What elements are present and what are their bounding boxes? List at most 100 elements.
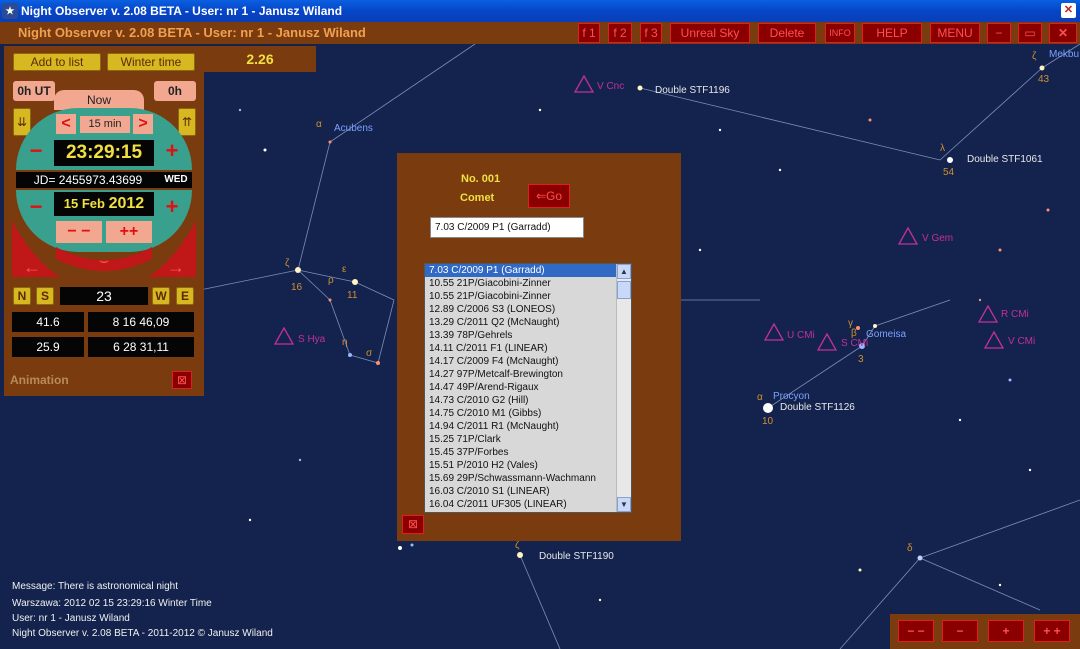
status-copyright: Night Observer v. 2.08 BETA - 2011-2012 … bbox=[12, 628, 273, 639]
go-button[interactable]: ⇐Go bbox=[528, 184, 570, 208]
window-title: Night Observer v. 2.08 BETA - User: nr 1… bbox=[21, 4, 343, 18]
comet-list-item[interactable]: 14.47 49P/Arend-Rigaux bbox=[425, 381, 617, 394]
comet-list-item[interactable]: 14.17 C/2009 F4 (McNaught) bbox=[425, 355, 617, 368]
label-r-cmi: R CMi bbox=[1001, 309, 1029, 320]
south-button[interactable]: S bbox=[36, 287, 54, 305]
scroll-down-icon[interactable]: ▼ bbox=[617, 497, 631, 512]
date-day: 15 Feb bbox=[63, 196, 105, 211]
comet-list-rows: 7.03 C/2009 P1 (Garradd) 10.55 21P/Giacob… bbox=[425, 264, 617, 511]
date-minus-button[interactable]: − bbox=[26, 194, 46, 220]
comet-list-item[interactable]: 13.39 78P/Gehrels bbox=[425, 329, 617, 342]
scroll-up-icon[interactable]: ▲ bbox=[617, 264, 631, 279]
label-v-cmi: V CMi bbox=[1008, 336, 1036, 347]
status-location-time: Warszawa: 2012 02 15 23:29:16 Winter Tim… bbox=[12, 598, 212, 609]
comet-list-scrollbar[interactable]: ▲ ▼ bbox=[616, 264, 631, 512]
status-user: User: nr 1 - Janusz Wiland bbox=[12, 613, 130, 624]
greek-alpha-cmi-label: α bbox=[757, 392, 763, 403]
comet-list-item[interactable]: 10.55 21P/Giacobini-Zinner bbox=[425, 277, 617, 290]
magnitude-11-label: 11 bbox=[347, 290, 358, 301]
comet-list-item[interactable]: 14.11 C/2011 F1 (LINEAR) bbox=[425, 342, 617, 355]
comet-list-item[interactable]: 10.55 21P/Giacobini-Zinner bbox=[425, 290, 617, 303]
window-close-icon[interactable]: ✕ bbox=[1061, 3, 1076, 18]
step-right-arrow[interactable]: > bbox=[133, 114, 153, 134]
help-button[interactable]: HELP bbox=[862, 23, 922, 43]
time-control-panel: Add to list Winter time 0h UT Now 0h ⇊ ⇈… bbox=[4, 46, 204, 396]
label-stf1126: Double STF1126 bbox=[780, 402, 855, 413]
hour-button[interactable]: 0h bbox=[154, 81, 196, 101]
minimize-icon[interactable]: − bbox=[987, 23, 1011, 43]
magnitude-16-label: 16 bbox=[291, 282, 303, 293]
comet-list[interactable]: 7.03 C/2009 P1 (Garradd) 10.55 21P/Giacob… bbox=[424, 263, 632, 513]
now-button[interactable]: Now bbox=[54, 90, 144, 110]
date-year: 2012 bbox=[108, 195, 145, 212]
step-size[interactable]: 15 min bbox=[80, 116, 130, 133]
label-stf1196: Double STF1196 bbox=[655, 85, 730, 96]
app-title: Night Observer v. 2.08 BETA - User: nr 1… bbox=[18, 25, 366, 40]
comet-list-item[interactable]: 14.73 C/2010 G2 (Hill) bbox=[425, 394, 617, 407]
altitude-value-1: 41.6 bbox=[12, 312, 84, 332]
label-gomeisa: Gomeisa bbox=[866, 329, 907, 340]
time-minus-button[interactable]: − bbox=[26, 138, 46, 164]
magnitude-3-label: 3 bbox=[858, 354, 864, 365]
comet-list-item[interactable]: 14.75 C/2010 M1 (Gibbs) bbox=[425, 407, 617, 420]
ut-button[interactable]: 0h UT bbox=[13, 81, 55, 101]
time-display: 23:29:15 bbox=[54, 140, 154, 166]
svg-text:←: ← bbox=[23, 257, 41, 277]
scroll-thumb[interactable] bbox=[617, 281, 631, 299]
label-v-cnc: V Cnc bbox=[597, 81, 625, 92]
delete-button[interactable]: Delete bbox=[758, 23, 816, 43]
comet-list-item[interactable]: 15.69 29P/Schwassmann-Wachmann bbox=[425, 472, 617, 485]
svg-text:→: → bbox=[167, 257, 185, 277]
info-button[interactable]: INFO bbox=[825, 23, 855, 43]
app-toolbar: Night Observer v. 2.08 BETA - User: nr 1… bbox=[0, 22, 1080, 44]
comet-list-item[interactable]: 15.51 P/2010 H2 (Vales) bbox=[425, 459, 617, 472]
step-up-icon[interactable]: ⇈ bbox=[178, 108, 196, 136]
menu-button[interactable]: MENU bbox=[930, 23, 980, 43]
step-left-arrow[interactable]: < bbox=[56, 114, 76, 134]
zoom-out-button[interactable]: − bbox=[942, 620, 978, 642]
comet-list-item[interactable]: 7.03 C/2009 P1 (Garradd) bbox=[425, 264, 617, 277]
f3-button[interactable]: f 3 bbox=[640, 23, 662, 43]
comet-list-item[interactable]: 16.03 C/2010 S1 (LINEAR) bbox=[425, 485, 617, 498]
coordinate-value-1: 8 16 46,09 bbox=[88, 312, 194, 332]
time-plus-button[interactable]: + bbox=[162, 138, 182, 164]
comet-list-item[interactable]: 15.45 37P/Forbes bbox=[425, 446, 617, 459]
weekday: WED bbox=[160, 172, 192, 188]
dialog-close-icon[interactable]: ⊠ bbox=[402, 515, 424, 534]
maximize-icon[interactable]: ▭ bbox=[1018, 23, 1042, 43]
comet-list-item[interactable]: 16.04 C/2011 UF305 (LINEAR) bbox=[425, 498, 617, 511]
winter-time-button[interactable]: Winter time bbox=[107, 53, 195, 71]
comet-list-item[interactable]: 13.29 C/2011 Q2 (McNaught) bbox=[425, 316, 617, 329]
add-to-list-button[interactable]: Add to list bbox=[13, 53, 101, 71]
label-stf1061: Double STF1061 bbox=[967, 154, 1043, 165]
greek-zeta-bottom-label: ζ bbox=[515, 540, 520, 551]
east-button[interactable]: E bbox=[176, 287, 194, 305]
greek-rho-label: ρ bbox=[328, 275, 334, 286]
zoom-in-fast-button[interactable]: + + bbox=[1034, 620, 1070, 642]
greek-zeta-hya-label: ζ bbox=[285, 258, 290, 269]
zoom-in-button[interactable]: + bbox=[988, 620, 1024, 642]
comet-list-item[interactable]: 12.89 C/2006 S3 (LONEOS) bbox=[425, 303, 617, 316]
comet-list-item[interactable]: 14.27 97P/Metcalf-Brewington bbox=[425, 368, 617, 381]
date-plus-button[interactable]: + bbox=[162, 194, 182, 220]
selected-comet-field[interactable]: 7.03 C/2009 P1 (Garradd) bbox=[430, 217, 584, 238]
greek-beta-label: β bbox=[851, 328, 857, 339]
greek-alpha-label: α bbox=[316, 119, 322, 130]
f2-button[interactable]: f 2 bbox=[608, 23, 632, 43]
magnitude-43-label: 43 bbox=[1038, 74, 1050, 85]
west-button[interactable]: W bbox=[152, 287, 170, 305]
unreal-sky-button[interactable]: Unreal Sky bbox=[670, 23, 750, 43]
zoom-out-fast-button[interactable]: − − bbox=[898, 620, 934, 642]
f1-button[interactable]: f 1 bbox=[578, 23, 600, 43]
azimuth-value: 23 bbox=[60, 287, 148, 305]
north-button[interactable]: N bbox=[13, 287, 31, 305]
window-titlebar: ★ Night Observer v. 2.08 BETA - User: nr… bbox=[0, 0, 1080, 22]
greek-zeta-label: ζ bbox=[1032, 51, 1037, 62]
animation-close-icon[interactable]: ⊠ bbox=[172, 371, 192, 389]
close-icon[interactable]: ✕ bbox=[1049, 23, 1077, 43]
comet-number: No. 001 bbox=[461, 173, 501, 185]
comet-list-item[interactable]: 14.94 C/2011 R1 (McNaught) bbox=[425, 420, 617, 433]
go-label: Go bbox=[546, 189, 563, 203]
magnitude-limit-value: 2.26 bbox=[204, 46, 316, 72]
comet-list-item[interactable]: 15.25 71P/Clark bbox=[425, 433, 617, 446]
